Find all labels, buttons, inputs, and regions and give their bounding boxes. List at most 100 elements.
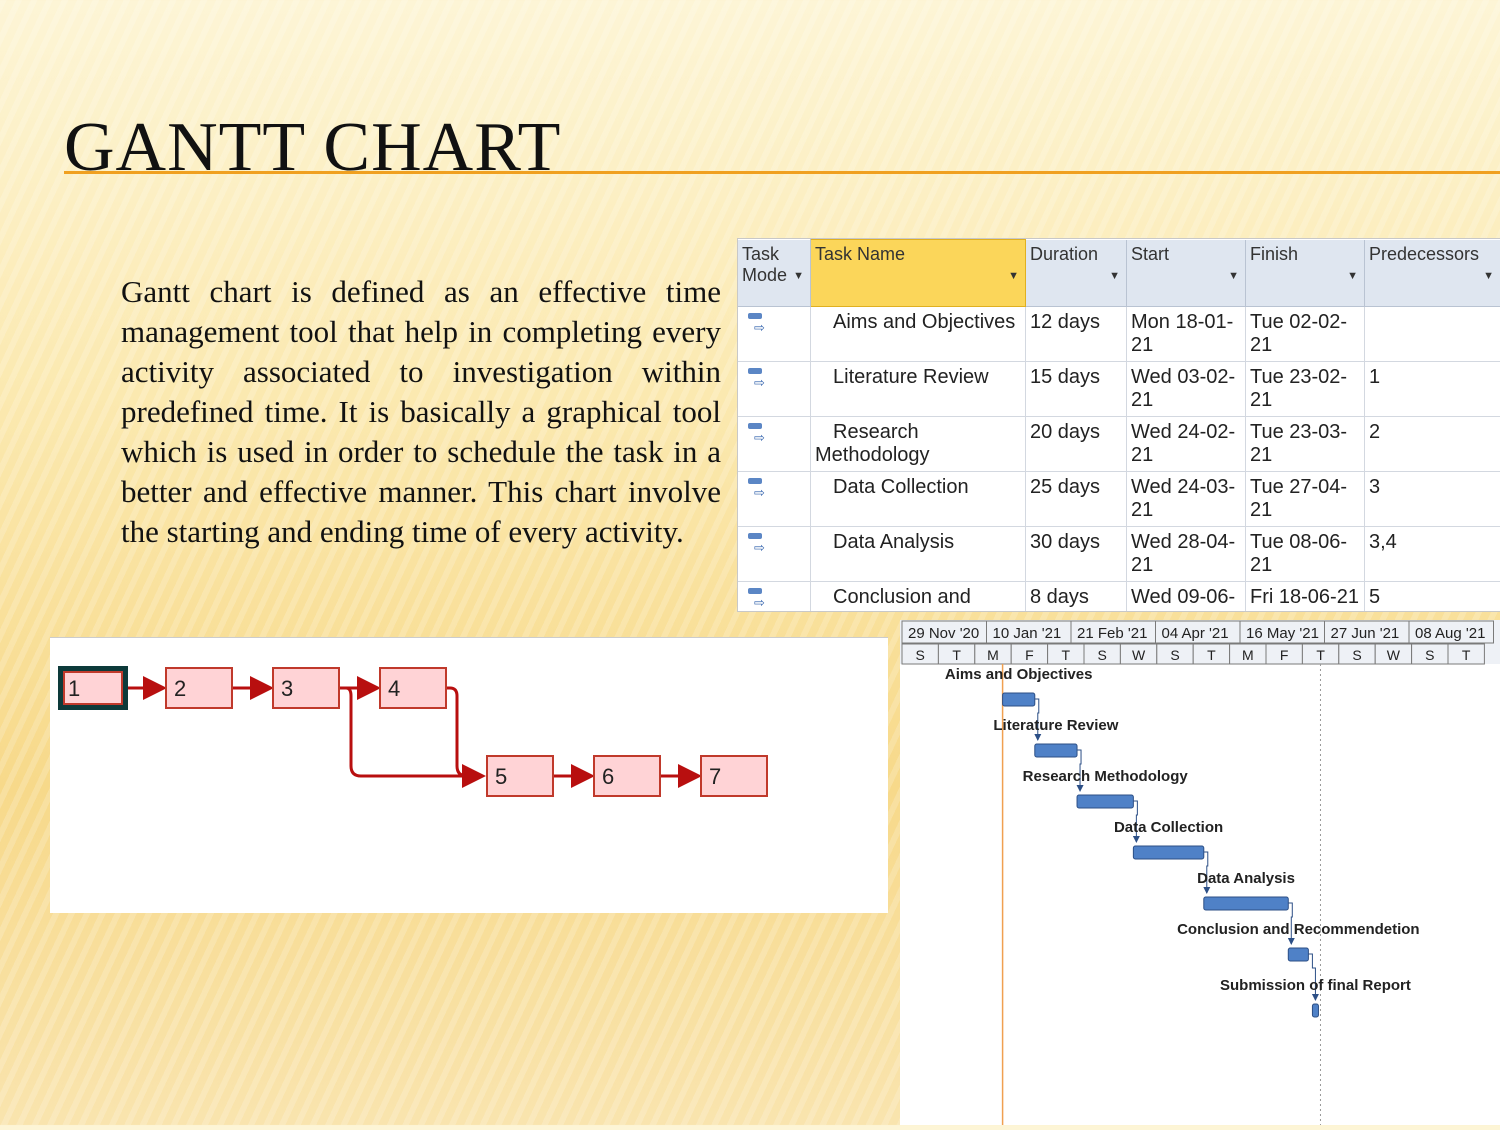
network-node-1[interactable]: 1 xyxy=(58,666,128,710)
header-label: Finish xyxy=(1250,244,1298,264)
cell-task-name[interactable]: Literature Review xyxy=(811,362,1026,417)
cell-predecessors[interactable]: 5 xyxy=(1365,582,1500,613)
cell-finish-text: Fri 18-06-21 xyxy=(1250,586,1359,608)
cell-predecessors[interactable] xyxy=(1365,307,1500,362)
network-node-label: 7 xyxy=(709,764,721,789)
dropdown-arrow-icon[interactable]: ▼ xyxy=(1483,270,1494,282)
network-node-7[interactable]: 7 xyxy=(701,756,767,796)
body-paragraph: Gantt chart is defined as an effective t… xyxy=(121,272,721,552)
gantt-task-label: Submission of final Report xyxy=(1220,977,1411,994)
cell-finish[interactable]: Tue 23-03-21 xyxy=(1246,417,1365,472)
cell-task-name[interactable]: Data Collection xyxy=(811,472,1026,527)
gantt-task-bar[interactable] xyxy=(1312,1004,1318,1017)
cell-duration[interactable]: 8 days xyxy=(1026,582,1127,613)
cell-finish[interactable]: Tue 27-04-21 xyxy=(1246,472,1365,527)
header-task-mode[interactable]: Task Mode▼ xyxy=(738,240,811,307)
table-row[interactable]: ⇨ Data Analysis 30 daysWed 28-04-21Tue 08-… xyxy=(738,527,1500,582)
gantt-task-bar[interactable] xyxy=(1288,948,1308,961)
cell-finish[interactable]: Tue 02-02-21 xyxy=(1246,307,1365,362)
cell-duration[interactable]: 15 days xyxy=(1026,362,1127,417)
timescale-bottom-label: T xyxy=(952,647,961,663)
timescale-bottom-label: F xyxy=(1025,647,1034,663)
task-table: Task Mode▼ Task Name▼ Duration▼ Start ▼ F… xyxy=(737,238,1500,612)
timescale-top-label: 16 May '21 xyxy=(1246,625,1319,642)
cell-start[interactable]: Wed 28-04-21 xyxy=(1127,527,1246,582)
table-row[interactable]: ⇨ Literature Review15 daysWed 03-02-21Tue… xyxy=(738,362,1500,417)
cell-predecessors-text: 1 xyxy=(1369,366,1380,388)
gantt-task-bar[interactable] xyxy=(1035,744,1077,757)
cell-finish[interactable]: Tue 08-06-21 xyxy=(1246,527,1365,582)
dropdown-arrow-icon[interactable]: ▼ xyxy=(793,270,804,282)
table-row[interactable]: ⇨Conclusion and Recommendetion8 daysWed … xyxy=(738,582,1500,613)
timescale-bottom-label: T xyxy=(1316,647,1325,663)
cell-start[interactable]: Wed 03-02-21 xyxy=(1127,362,1246,417)
cell-task-name-text: Data Analysis xyxy=(815,531,954,553)
auto-schedule-icon: ⇨ xyxy=(748,531,766,553)
network-node-6[interactable]: 6 xyxy=(594,756,660,796)
cell-duration[interactable]: 25 days xyxy=(1026,472,1127,527)
gantt-task-bar[interactable] xyxy=(1077,795,1133,808)
gantt-task-label: Literature Review xyxy=(993,717,1118,734)
table-row[interactable]: ⇨Aims and Objectives12 daysMon 18-01-21T… xyxy=(738,307,1500,362)
cell-mode[interactable]: ⇨ xyxy=(738,307,811,362)
network-node-label: 4 xyxy=(388,676,400,701)
cell-mode[interactable]: ⇨ xyxy=(738,527,811,582)
gantt-task-bar[interactable] xyxy=(1003,693,1035,706)
cell-task-name[interactable]: Aims and Objectives xyxy=(811,307,1026,362)
cell-mode[interactable]: ⇨ xyxy=(738,582,811,613)
cell-start[interactable]: Wed 24-03-21 xyxy=(1127,472,1246,527)
page-title: GANTT CHART xyxy=(64,108,561,188)
gantt-task-label: Aims and Objectives xyxy=(945,666,1093,683)
network-node-5[interactable]: 5 xyxy=(487,756,553,796)
timescale-top-label: 21 Feb '21 xyxy=(1077,625,1147,642)
cell-task-name-text: Data Collection xyxy=(815,476,969,498)
cell-predecessors[interactable]: 3,4 xyxy=(1365,527,1500,582)
network-node-4[interactable]: 4 xyxy=(380,668,446,708)
cell-task-name[interactable]: Conclusion and Recommendetion xyxy=(811,582,1026,613)
cell-mode[interactable]: ⇨ xyxy=(738,472,811,527)
auto-schedule-icon: ⇨ xyxy=(748,366,766,388)
gantt-task-label: Research Methodology xyxy=(1023,768,1189,785)
table-row[interactable]: ⇨Data Collection 25 daysWed 24-03-21Tue 2… xyxy=(738,472,1500,527)
cell-finish[interactable]: Fri 18-06-21 xyxy=(1246,582,1365,613)
network-node-3[interactable]: 3 xyxy=(273,668,339,708)
table-row[interactable]: ⇨Research Methodology20 daysWed 24-02-21… xyxy=(738,417,1500,472)
cell-task-name[interactable]: Research Methodology xyxy=(811,417,1026,472)
dropdown-arrow-icon[interactable]: ▼ xyxy=(1228,270,1239,282)
cell-mode[interactable]: ⇨ xyxy=(738,417,811,472)
dropdown-arrow-icon[interactable]: ▼ xyxy=(1347,270,1358,282)
cell-task-name[interactable]: Data Analysis xyxy=(811,527,1026,582)
cell-start[interactable]: Wed 09-06-21 xyxy=(1127,582,1246,613)
header-finish[interactable]: Finish ▼ xyxy=(1246,240,1365,307)
gantt-task-label: Data Analysis xyxy=(1197,870,1295,887)
cell-predecessors[interactable]: 2 xyxy=(1365,417,1500,472)
header-task-name[interactable]: Task Name▼ xyxy=(811,240,1026,307)
gantt-task-bar[interactable] xyxy=(1133,846,1203,859)
cell-duration[interactable]: 30 days xyxy=(1026,527,1127,582)
header-label: Start xyxy=(1131,244,1169,264)
network-node-label: 6 xyxy=(602,764,614,789)
network-diagram-svg: 12 3 4 5 6 7 xyxy=(50,638,888,913)
cell-duration[interactable]: 12 days xyxy=(1026,307,1127,362)
gantt-chart: 29 Nov '2010 Jan '2121 Feb '2104 Apr '21… xyxy=(900,620,1500,1125)
cell-mode[interactable]: ⇨ xyxy=(738,362,811,417)
dropdown-arrow-icon[interactable]: ▼ xyxy=(1109,270,1120,282)
cell-finish[interactable]: Tue 23-02-21 xyxy=(1246,362,1365,417)
cell-finish-text: Tue 08-06-21 xyxy=(1250,531,1347,576)
header-predecessors[interactable]: Predecessors▼ xyxy=(1365,240,1500,307)
dropdown-arrow-icon[interactable]: ▼ xyxy=(1008,270,1019,282)
cell-start[interactable]: Mon 18-01-21 xyxy=(1127,307,1246,362)
cell-predecessors[interactable]: 3 xyxy=(1365,472,1500,527)
title-divider xyxy=(64,171,1500,174)
timescale-bottom-label: T xyxy=(1062,647,1071,663)
gantt-task-bar[interactable] xyxy=(1204,897,1289,910)
cell-predecessors[interactable]: 1 xyxy=(1365,362,1500,417)
network-node-2[interactable]: 2 xyxy=(166,668,232,708)
timescale-bottom-label: S xyxy=(1170,647,1179,663)
header-start[interactable]: Start ▼ xyxy=(1127,240,1246,307)
timescale-bottom-label: S xyxy=(1425,647,1434,663)
cell-duration[interactable]: 20 days xyxy=(1026,417,1127,472)
network-edge xyxy=(446,688,483,776)
header-duration[interactable]: Duration▼ xyxy=(1026,240,1127,307)
cell-start[interactable]: Wed 24-02-21 xyxy=(1127,417,1246,472)
